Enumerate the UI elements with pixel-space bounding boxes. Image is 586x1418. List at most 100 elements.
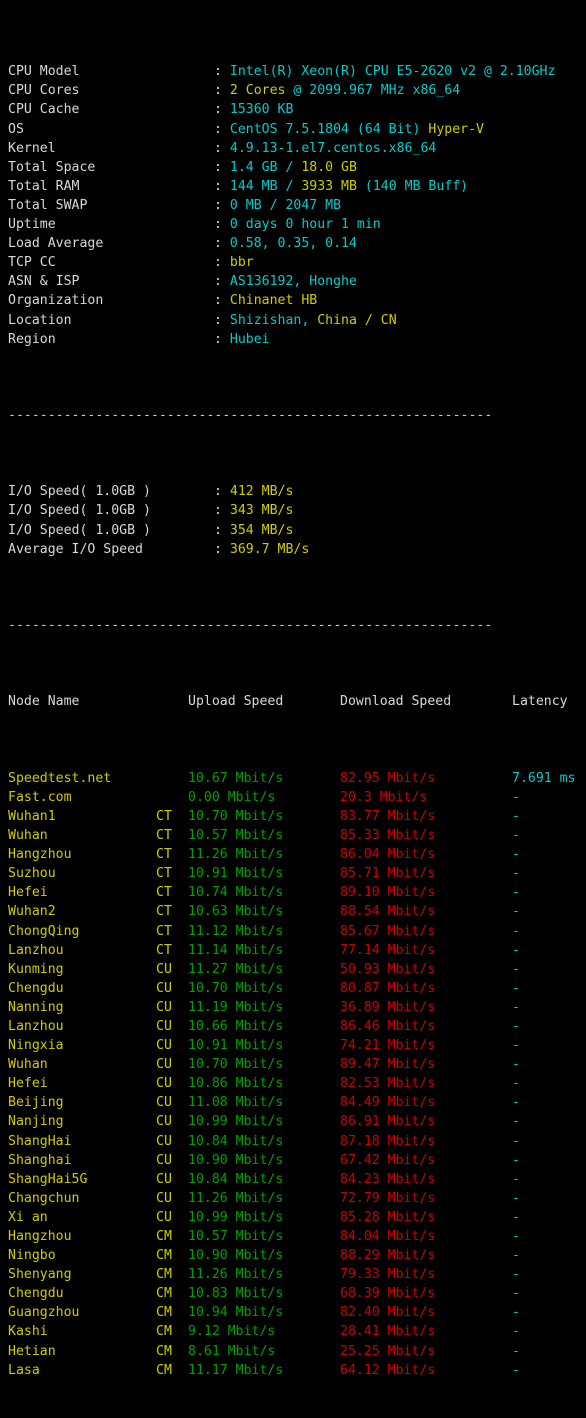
table-row: Hangzhou CT 11.26 Mbit/s 86.04 Mbit/s - [0, 845, 586, 864]
upload-speed-value: 11.12 Mbit/s [188, 923, 284, 939]
sysinfo-value: 4.9.13-1.el7.centos.x86_64 [229, 140, 437, 156]
upload-speed-value: 11.14 Mbit/s [188, 942, 284, 958]
latency-value: - [512, 847, 520, 863]
latency-value: - [512, 1095, 520, 1111]
node-isp: CM [156, 1305, 172, 1321]
sysinfo-value-highlight: 3933 MB [301, 178, 357, 194]
upload-speed-value: 10.57 Mbit/s [188, 828, 284, 844]
upload-speed-value: 10.99 Mbit/s [188, 1209, 284, 1225]
download-speed-value: 67.42 Mbit/s [340, 1152, 436, 1168]
download-speed-value: 72.79 Mbit/s [340, 1190, 436, 1206]
node-isp: CT [156, 808, 172, 824]
node-name: ShangHai [8, 1133, 72, 1149]
download-speed-value: 86.46 Mbit/s [340, 1018, 436, 1034]
download-speed-value: 20.3 Mbit/s [340, 789, 428, 805]
node-isp: CM [156, 1248, 172, 1264]
io-speed-label: I/O Speed( 1.0GB ) [8, 503, 151, 519]
latency-value: - [512, 923, 520, 939]
sysinfo-value: 0.58, 0.35, 0.14 [229, 236, 357, 252]
io-speed-row: I/O Speed( 1.0GB ): 412 MB/s [0, 482, 586, 501]
upload-speed-value: 10.84 Mbit/s [188, 1171, 284, 1187]
node-isp: CU [156, 1038, 172, 1054]
io-speed-colon: : [214, 522, 230, 538]
node-isp: CT [156, 885, 172, 901]
sysinfo-colon: : [214, 331, 230, 347]
node-isp: CU [156, 1076, 172, 1092]
download-speed-value: 85.71 Mbit/s [340, 866, 436, 882]
latency-value: - [512, 1057, 520, 1073]
table-row: Kashi CM 9.12 Mbit/s 28.41 Mbit/s - [0, 1322, 586, 1341]
latency-value: - [512, 866, 520, 882]
separator-line-2: ----------------------------------------… [8, 618, 493, 633]
io-speed-row: Average I/O Speed: 369.7 MB/s [0, 540, 586, 559]
table-row: Wuhan CU 10.70 Mbit/s 89.47 Mbit/s - [0, 1055, 586, 1074]
io-speed-row: I/O Speed( 1.0GB ): 354 MB/s [0, 521, 586, 540]
download-speed-value: 84.49 Mbit/s [340, 1095, 436, 1111]
download-speed-value: 85.33 Mbit/s [340, 828, 436, 844]
download-speed-value: 89.10 Mbit/s [340, 885, 436, 901]
latency-value: - [512, 1362, 520, 1378]
header-download-speed: Download Speed [340, 694, 452, 710]
sysinfo-row: Total RAM: 144 MB / 3933 MB (140 MB Buff… [0, 177, 586, 196]
node-name: Speedtest.net [8, 770, 112, 786]
node-isp: CU [156, 1018, 172, 1034]
sysinfo-label: CPU Model [8, 64, 80, 80]
latency-value: - [512, 1343, 520, 1359]
latency-value: - [512, 1133, 520, 1149]
node-name: Wuhan [8, 828, 48, 844]
header-latency: Latency [512, 694, 568, 710]
sysinfo-colon: : [214, 140, 230, 156]
latency-value: - [512, 942, 520, 958]
sysinfo-label: Location [8, 312, 72, 328]
download-speed-value: 84.04 Mbit/s [340, 1229, 436, 1244]
node-name: Suzhou [8, 866, 56, 882]
node-isp: CT [156, 923, 172, 939]
download-speed-value: 82.40 Mbit/s [340, 1305, 436, 1321]
upload-speed-value: 10.74 Mbit/s [188, 885, 284, 901]
sysinfo-value: Intel(R) Xeon(R) CPU E5-2620 v2 @ 2.10GH… [229, 64, 556, 80]
sysinfo-row: CPU Cores: 2 Cores @ 2099.967 MHz x86_64 [0, 81, 586, 100]
sysinfo-label: CPU Cores [8, 83, 80, 99]
node-isp: CT [156, 904, 172, 920]
sysinfo-row: TCP CC: bbr [0, 253, 586, 272]
node-name: Chengdu [8, 1286, 64, 1302]
sysinfo-label: Total Space [8, 159, 96, 175]
latency-value: - [512, 1267, 520, 1283]
table-row: Changchun CU 11.26 Mbit/s 72.79 Mbit/s - [0, 1189, 586, 1208]
latency-value: - [512, 1076, 520, 1092]
sysinfo-label: ASN & ISP [8, 274, 80, 290]
table-row: Fast.com 0.00 Mbit/s 20.3 Mbit/s - [0, 788, 586, 807]
sysinfo-colon: : [214, 293, 230, 309]
upload-speed-value: 11.08 Mbit/s [188, 1095, 284, 1111]
upload-speed-value: 11.26 Mbit/s [188, 1190, 284, 1206]
node-name: Lanzhou [8, 942, 64, 958]
sysinfo-label: TCP CC [8, 255, 56, 271]
latency-value: - [512, 1305, 520, 1321]
node-isp: CU [156, 1209, 172, 1225]
sysinfo-colon: : [214, 255, 230, 271]
table-row: Nanning CU 11.19 Mbit/s 36.89 Mbit/s - [0, 998, 586, 1017]
download-speed-value: 25.25 Mbit/s [340, 1343, 436, 1359]
download-speed-value: 77.14 Mbit/s [340, 942, 436, 958]
sysinfo-row: OS: CentOS 7.5.1804 (64 Bit) Hyper-V [0, 120, 586, 139]
table-row: Hefei CU 10.86 Mbit/s 82.53 Mbit/s - [0, 1074, 586, 1093]
download-speed-value: 80.87 Mbit/s [340, 980, 436, 996]
node-name: Kunming [8, 961, 64, 977]
sysinfo-row: Region: Hubei [0, 330, 586, 349]
sysinfo-colon: : [214, 236, 230, 252]
download-speed-value: 28.41 Mbit/s [340, 1324, 436, 1340]
upload-speed-value: 10.94 Mbit/s [188, 1305, 284, 1321]
sysinfo-colon: : [214, 217, 230, 233]
table-row: Nanjing CU 10.99 Mbit/s 86.91 Mbit/s - [0, 1112, 586, 1131]
download-speed-value: 88.29 Mbit/s [340, 1248, 436, 1264]
io-speed-label: Average I/O Speed [8, 541, 143, 557]
latency-value: - [512, 1286, 520, 1302]
table-row: Lanzhou CT 11.14 Mbit/s 77.14 Mbit/s - [0, 941, 586, 960]
sysinfo-label: OS [8, 121, 24, 137]
table-row: Wuhan CT 10.57 Mbit/s 85.33 Mbit/s - [0, 826, 586, 845]
latency-value: - [512, 1324, 520, 1340]
sysinfo-colon: : [214, 178, 230, 194]
node-name: ChongQing [8, 923, 80, 939]
table-row: Ningxia CU 10.91 Mbit/s 74.21 Mbit/s - [0, 1036, 586, 1055]
upload-speed-value: 0.00 Mbit/s [188, 789, 276, 805]
